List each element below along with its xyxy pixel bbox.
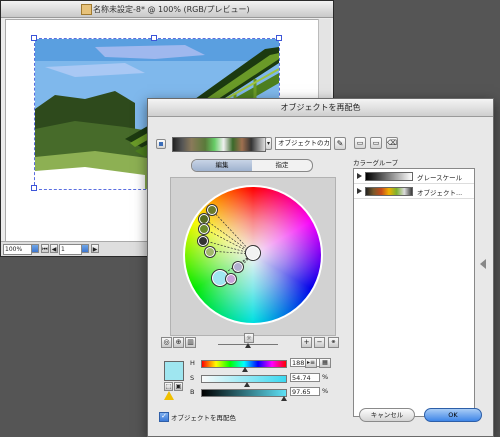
color-mode-icon[interactable]	[156, 139, 166, 149]
next-page-icon[interactable]: ▶	[91, 244, 99, 253]
color-marker[interactable]	[199, 224, 209, 234]
s-unit: %	[322, 373, 329, 381]
remove-color-tool-icon[interactable]: −	[314, 337, 325, 348]
segmented-wheel-icon[interactable]: ⊕	[173, 337, 184, 348]
zoom-dropdown-icon[interactable]	[31, 244, 39, 253]
color-group-name: オブジェクト...	[417, 189, 463, 197]
page-field[interactable]: 1	[59, 244, 82, 255]
color-bars-icon[interactable]: ▥	[185, 337, 196, 348]
b-label: B	[190, 388, 195, 396]
h-label: H	[190, 359, 195, 367]
add-color-tool-icon[interactable]: +	[301, 337, 312, 348]
color-marker[interactable]	[207, 205, 217, 215]
recolor-artwork-label: オブジェクトを再配色	[171, 414, 236, 422]
hue-slider-thumb[interactable]	[242, 367, 248, 372]
brightness-value-slider[interactable]	[201, 389, 287, 397]
cube-icon[interactable]: ⬚	[164, 382, 173, 391]
first-page-icon[interactable]: ⏮	[41, 244, 49, 253]
color-wheel-panel	[170, 177, 336, 336]
eyedropper-icon[interactable]: ✎	[334, 137, 346, 150]
save-group-icon[interactable]: ▭	[354, 137, 366, 149]
cancel-button[interactable]: キャンセル	[359, 408, 415, 422]
prev-page-icon[interactable]: ◀	[50, 244, 58, 253]
color-marker[interactable]	[199, 214, 209, 224]
object-colors-swatch-strip	[365, 187, 413, 196]
color-mode-menu-icon[interactable]: ▸≡	[305, 358, 317, 368]
b-unit: %	[322, 387, 329, 395]
current-colors-dropdown-icon[interactable]: ▾	[265, 137, 272, 150]
current-colors-strip[interactable]	[172, 137, 266, 152]
color-group-name-field[interactable]: オブジェクトのカラ	[275, 137, 331, 150]
base-color-marker[interactable]	[246, 246, 260, 260]
saturation-slider-thumb[interactable]	[244, 382, 250, 387]
color-groups-label: カラーグループ	[353, 159, 399, 167]
saturation-value-field[interactable]: 54.74	[290, 373, 320, 382]
new-group-icon[interactable]: ▭	[370, 137, 382, 149]
mode-tabs: 編集 指定	[191, 159, 313, 172]
smooth-wheel-icon[interactable]: ◎	[161, 337, 172, 348]
selection-handle[interactable]	[276, 35, 282, 41]
color-group-name: グレースケール	[417, 174, 463, 182]
warning-icon[interactable]	[164, 391, 174, 400]
expand-arrow-icon[interactable]	[357, 173, 362, 179]
document-title: 名称未設定-8* @ 100% (RGB/プレビュー)	[93, 5, 250, 14]
brightness-slider-thumb[interactable]	[245, 343, 251, 348]
color-groups-list: グレースケール オブジェクト...	[353, 168, 475, 417]
color-marker[interactable]	[226, 274, 236, 284]
dialog-title: オブジェクトを再配色	[148, 99, 493, 117]
document-icon	[81, 4, 92, 15]
selection-handle[interactable]	[151, 35, 157, 41]
recolor-artwork-dialog: オブジェクトを再配色 ▾ オブジェクトのカラ ✎ ▭ ▭ ⌫ 編集 指定 ◎ ⊕…	[147, 98, 494, 437]
brightness-value-slider-thumb[interactable]	[281, 396, 287, 401]
brightness-value-field[interactable]: 97.65	[290, 387, 320, 396]
s-label: S	[190, 374, 195, 382]
ok-button[interactable]: OK	[424, 408, 482, 422]
color-group-row[interactable]: オブジェクト...	[354, 185, 474, 199]
page-dropdown-icon[interactable]	[81, 244, 89, 253]
selected-color-swatch	[164, 361, 184, 381]
document-titlebar[interactable]: 名称未設定-8* @ 100% (RGB/プレビュー)	[1, 1, 333, 18]
brightness-icon: ☼	[244, 333, 254, 343]
selection-handle[interactable]	[31, 185, 37, 191]
selection-handle[interactable]	[31, 35, 37, 41]
color-marker[interactable]	[198, 236, 208, 246]
grayscale-swatch-strip	[365, 172, 413, 181]
zoom-field[interactable]: 100%	[3, 244, 32, 255]
link-harmony-icon[interactable]: ⚭	[328, 337, 339, 348]
tab-edit[interactable]: 編集	[192, 160, 252, 171]
color-group-row[interactable]: グレースケール	[354, 170, 474, 184]
color-marker[interactable]	[205, 247, 215, 257]
swatch-library-icon[interactable]: ▦	[319, 358, 331, 368]
out-of-gamut-icon[interactable]: ▣	[174, 382, 183, 391]
color-marker[interactable]	[233, 262, 243, 272]
tab-assign[interactable]: 指定	[252, 160, 312, 171]
expand-arrow-icon[interactable]	[357, 188, 362, 194]
delete-group-icon[interactable]: ⌫	[386, 137, 398, 149]
collapse-panel-icon[interactable]	[480, 259, 486, 269]
recolor-artwork-checkbox[interactable]: ✓	[159, 412, 169, 422]
